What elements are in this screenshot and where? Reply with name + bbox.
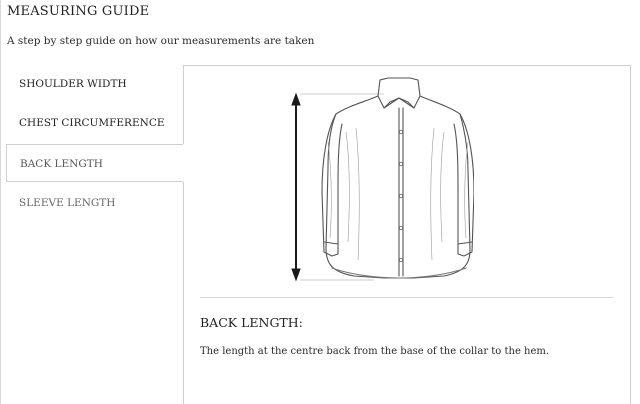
section-divider: [200, 297, 613, 298]
detail-title: BACK LENGTH:: [200, 315, 303, 330]
tab-shoulder-width[interactable]: SHOULDER WIDTH: [6, 65, 184, 103]
page-title: MEASURING GUIDE: [7, 4, 150, 19]
active-tab-joiner: [183, 144, 185, 182]
tab-label: SLEEVE LENGTH: [19, 197, 116, 209]
detail-description: The length at the centre back from the b…: [200, 346, 550, 357]
tab-sleeve-length[interactable]: SLEEVE LENGTH: [6, 184, 184, 222]
length-arrow-icon: [291, 92, 301, 282]
tab-chest-circumference[interactable]: CHEST CIRCUMFERENCE: [6, 104, 184, 142]
left-border: [0, 0, 1, 404]
tab-back-length[interactable]: BACK LENGTH: [6, 144, 184, 182]
shirt-back-length-illustration: [291, 77, 474, 282]
tab-label: BACK LENGTH: [20, 158, 103, 170]
page-subtitle: A step by step guide on how our measurem…: [7, 35, 315, 47]
tab-label: CHEST CIRCUMFERENCE: [19, 117, 165, 129]
tab-label: SHOULDER WIDTH: [19, 78, 127, 90]
